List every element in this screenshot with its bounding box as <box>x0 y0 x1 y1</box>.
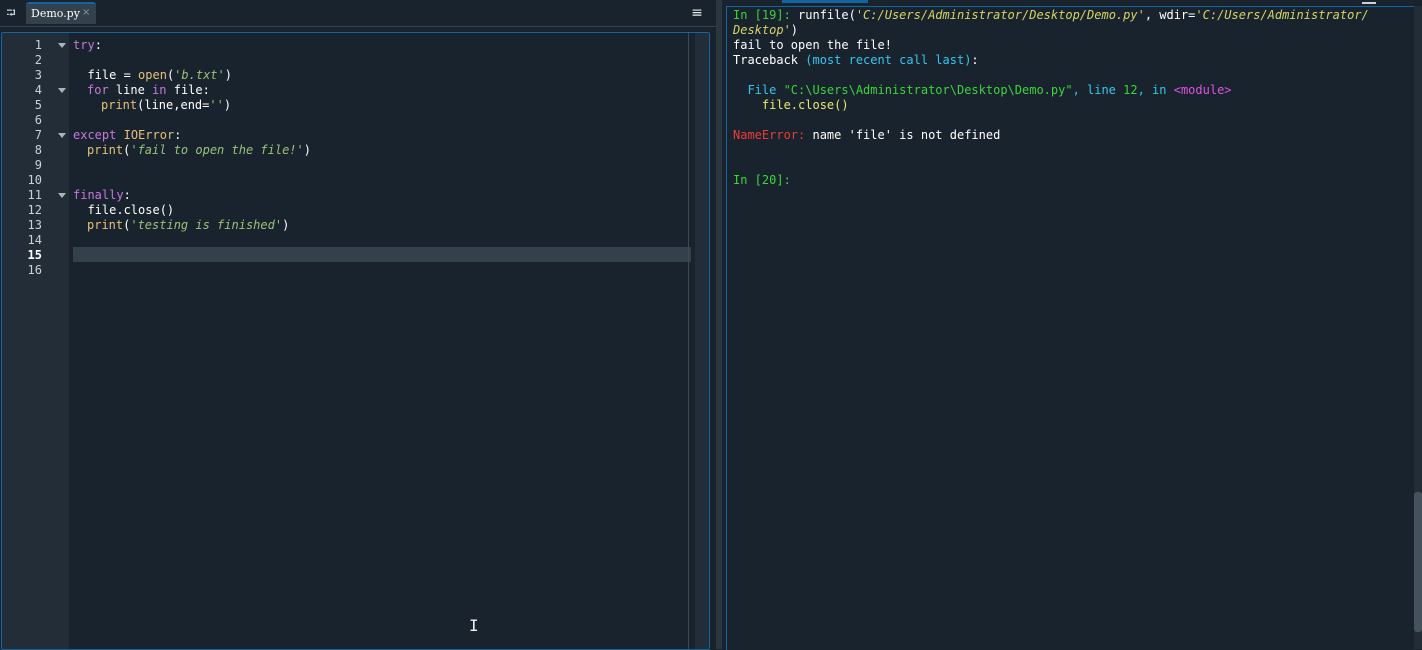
console-scroll-thumb[interactable] <box>1414 492 1422 632</box>
code-line-13: print('testing is finished') <box>87 218 290 232</box>
code-line-3: file = open('b.txt') <box>73 68 232 82</box>
editor-tab-bar: ⮒ Demo.py × ≡ <box>0 0 716 27</box>
fold-arrow-icon[interactable] <box>58 88 66 93</box>
line-number: 4 <box>34 83 42 97</box>
code-area[interactable]: try: file = open('b.txt') for line in fi… <box>69 33 695 649</box>
current-line-highlight <box>73 247 691 262</box>
line-number: 8 <box>34 143 42 157</box>
line-number: 9 <box>34 158 42 172</box>
line-number: 2 <box>34 53 42 67</box>
console-menu-icon[interactable] <box>1362 0 1376 4</box>
browse-tabs-icon[interactable]: ⮒ <box>0 2 22 24</box>
line-number: 10 <box>27 173 42 187</box>
code-line-12: file.close() <box>73 203 175 217</box>
console-run-line: In [19]: runfile('C:/Users/Administrator… <box>733 8 1369 22</box>
line-number: 11 <box>27 188 42 202</box>
console-tab-indicator[interactable] <box>782 0 868 3</box>
line-number: 1 <box>34 38 42 52</box>
console-run-line-cont: Desktop') <box>733 23 799 37</box>
tab-demo-py[interactable]: Demo.py × <box>26 2 96 24</box>
line-number: 16 <box>27 263 42 277</box>
code-line-4: for line in file: <box>87 83 210 97</box>
code-line-5: print(line,end='') <box>101 98 232 112</box>
line-number: 6 <box>34 113 42 127</box>
next-prompt[interactable]: In [20]: <box>733 173 791 188</box>
console-output-line: fail to open the file! <box>733 38 892 52</box>
fold-arrow-icon[interactable] <box>58 193 66 198</box>
tab-label: Demo.py <box>31 7 80 20</box>
code-line-11: finally: <box>73 188 131 202</box>
traceback-header: Traceback (most recent call last): <box>733 53 979 67</box>
code-line-7: except IOError: <box>73 128 182 142</box>
ipython-console: In [19]: runfile('C:/Users/Administrator… <box>722 0 1422 650</box>
close-icon[interactable]: × <box>82 7 90 18</box>
options-menu-icon[interactable]: ≡ <box>688 4 706 22</box>
line-number: 13 <box>27 218 42 232</box>
error-line: NameError: name 'file' is not defined <box>733 128 1001 142</box>
fold-arrow-icon[interactable] <box>58 133 66 138</box>
traceback-code-line: file.close() <box>733 98 849 112</box>
editor-scrollbar[interactable] <box>695 33 709 649</box>
fold-arrow-icon[interactable] <box>58 43 66 48</box>
line-number-current: 15 <box>27 248 42 262</box>
line-number-gutter: 1 2 3 4 5 6 7 8 9 10 11 12 13 14 15 16 <box>2 33 69 649</box>
line-number: 12 <box>27 203 42 217</box>
code-line-1: try: <box>73 38 102 52</box>
line-number: 7 <box>34 128 42 142</box>
editor-pane: ⮒ Demo.py × ≡ 1 2 3 4 5 6 7 8 9 10 11 12… <box>0 0 716 650</box>
line-number: 14 <box>27 233 42 247</box>
code-line-8: print('fail to open the file!') <box>87 143 311 157</box>
console-scrollbar[interactable] <box>1414 6 1422 649</box>
text-cursor-icon: I <box>469 616 479 635</box>
code-editor[interactable]: 1 2 3 4 5 6 7 8 9 10 11 12 13 14 15 16 t… <box>1 32 710 650</box>
line-number: 5 <box>34 98 42 112</box>
edge-line <box>688 33 689 649</box>
line-number: 3 <box>34 68 42 82</box>
traceback-file-line: File "C:\Users\Administrator\Desktop\Dem… <box>733 83 1232 97</box>
console-output[interactable]: In [19]: runfile('C:/Users/Administrator… <box>726 6 1417 650</box>
